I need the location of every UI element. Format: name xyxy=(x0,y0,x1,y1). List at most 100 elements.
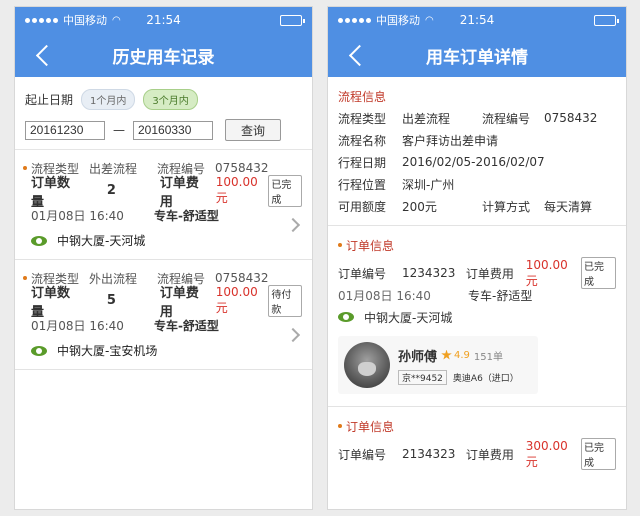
order-fee-label: 订单费用 xyxy=(159,285,199,320)
location-icon xyxy=(338,312,354,322)
trip-date-value: 2016/02/05-2016/02/07 xyxy=(402,155,545,169)
location-text: 中钢大厦-宝安机场 xyxy=(57,344,158,358)
order-qty-value: 2 xyxy=(106,183,116,198)
date-range-label: 起止日期 xyxy=(25,93,74,107)
avatar xyxy=(344,342,390,388)
order-detail-screen: 中国移动 ◠ 21:54 用车订单详情 流程信息 流程类型 出差流程 流程编号 … xyxy=(327,6,627,510)
end-date-input[interactable] xyxy=(133,120,213,140)
query-button[interactable]: 查询 xyxy=(225,119,281,141)
order-fee-value: 300.00元 xyxy=(525,438,568,469)
status-badge: 待付款 xyxy=(268,284,302,317)
section-title: 订单信息 xyxy=(346,419,395,434)
car-model: 奥迪A6（进口） xyxy=(452,373,519,384)
back-button[interactable] xyxy=(342,42,370,68)
clock: 21:54 xyxy=(459,13,495,27)
flow-type-value: 出差流程 xyxy=(402,111,451,126)
flow-no-value: 0758432 xyxy=(544,111,598,125)
bullet-icon xyxy=(23,276,27,280)
location-icon xyxy=(31,235,47,246)
order-no-label: 订单编号 xyxy=(338,447,387,462)
battery-icon xyxy=(594,15,619,26)
page-title: 历史用车记录 xyxy=(112,47,215,68)
order-fee-label: 订单费用 xyxy=(465,447,514,462)
trip-place-label: 行程位置 xyxy=(338,177,387,192)
flow-type-label: 流程类型 xyxy=(338,111,387,126)
driver-name: 孙师傅 xyxy=(398,349,438,365)
license-plate: 京**9452 xyxy=(398,369,447,385)
start-date-input[interactable] xyxy=(25,120,105,140)
wifi-icon: ◠ xyxy=(112,14,121,26)
order-qty-label: 订单数量 xyxy=(31,285,71,320)
location-icon xyxy=(31,345,47,356)
back-arrow-icon xyxy=(35,44,57,66)
order-card[interactable]: 流程类型 外出流程 流程编号 0758432 订单数量 5 订单费用 100.0… xyxy=(15,260,312,370)
order-qty-value: 5 xyxy=(106,293,116,308)
car-type: 专车-舒适型 xyxy=(468,288,533,303)
location-text: 中钢大厦-天河城 xyxy=(57,234,146,248)
section-title: 流程信息 xyxy=(338,89,387,104)
history-screen: 中国移动 ◠ 21:54 历史用车记录 起止日期 1个月内 3个月内 — 查询 xyxy=(14,6,313,510)
carrier-label: 中国移动 xyxy=(376,14,420,27)
quota-value: 200元 xyxy=(402,199,437,214)
car-type: 专车-舒适型 xyxy=(153,209,219,223)
order-datetime: 01月08日 16:40 xyxy=(31,319,124,333)
stage: 中国移动 ◠ 21:54 历史用车记录 起止日期 1个月内 3个月内 — 查询 xyxy=(0,0,640,516)
flow-type-value: 外出流程 xyxy=(89,271,138,286)
signal-icon xyxy=(338,17,371,23)
order-card[interactable]: 流程类型 出差流程 流程编号 0758432 订单数量 2 订单费用 100.0… xyxy=(15,150,312,260)
back-arrow-icon xyxy=(348,44,370,66)
order-no-value: 1234323 xyxy=(402,266,456,280)
flow-no-value: 0758432 xyxy=(215,271,269,285)
order-datetime: 01月08日 16:40 xyxy=(31,209,124,223)
nav-bar: 历史用车记录 xyxy=(15,33,312,77)
chip-3-months[interactable]: 3个月内 xyxy=(143,89,198,110)
page-title: 用车订单详情 xyxy=(426,47,528,68)
date-filter: 起止日期 1个月内 3个月内 — 查询 xyxy=(15,77,312,150)
order-no-label: 订单编号 xyxy=(338,266,387,281)
order-fee-label: 订单费用 xyxy=(465,266,514,281)
battery-icon xyxy=(280,15,305,26)
nav-bar: 用车订单详情 xyxy=(328,33,626,77)
calc-value: 每天清算 xyxy=(544,199,593,214)
flow-name-label: 流程名称 xyxy=(338,133,387,148)
driver-rating: 4.9 xyxy=(454,349,470,361)
trip-date-label: 行程日期 xyxy=(338,155,387,170)
order-fee-value: 100.00元 xyxy=(215,285,258,315)
order-fee-value: 100.00元 xyxy=(525,257,568,288)
carrier-label: 中国移动 xyxy=(63,14,107,27)
order-no-value: 2134323 xyxy=(402,447,456,461)
flow-no-value: 0758432 xyxy=(215,161,269,175)
wifi-icon: ◠ xyxy=(425,14,434,26)
order-datetime: 01月08日 16:40 xyxy=(338,288,431,303)
date-separator: — xyxy=(113,123,125,137)
driver-card[interactable]: 孙师傅 4.9 151单 京**9452 奥迪A6（进口） xyxy=(338,336,538,394)
status-badge: 已完成 xyxy=(268,174,302,207)
order-info-section: 订单信息 订单编号 1234323 订单费用 100.00元 已完成 01月08… xyxy=(328,226,626,407)
clock: 21:54 xyxy=(146,13,181,27)
flow-info-section: 流程信息 流程类型 出差流程 流程编号 0758432 流程名称 客户拜访出差申… xyxy=(328,77,626,226)
star-icon xyxy=(441,349,452,360)
car-type: 专车-舒适型 xyxy=(153,319,219,333)
back-button[interactable] xyxy=(29,42,57,68)
trip-place-value: 深圳-广州 xyxy=(402,177,455,192)
flow-name-value: 客户拜访出差申请 xyxy=(402,133,499,148)
order-info-section: 订单信息 订单编号 2134323 订单费用 300.00元 已完成 xyxy=(328,407,626,473)
status-bar: 中国移动 ◠ 21:54 xyxy=(15,7,312,33)
signal-icon xyxy=(25,17,58,23)
bullet-icon xyxy=(338,243,342,247)
quota-label: 可用额度 xyxy=(338,199,387,214)
bullet-icon xyxy=(23,166,27,170)
location-text: 中钢大厦-天河城 xyxy=(364,310,453,325)
status-bar: 中国移动 ◠ 21:54 xyxy=(328,7,626,33)
chip-1-month[interactable]: 1个月内 xyxy=(81,89,136,110)
bullet-icon xyxy=(338,424,342,428)
order-fee-label: 订单费用 xyxy=(159,175,199,210)
order-qty-label: 订单数量 xyxy=(31,175,71,210)
status-badge: 已完成 xyxy=(581,438,617,470)
section-title: 订单信息 xyxy=(346,238,395,253)
calc-label: 计算方式 xyxy=(482,199,531,214)
status-badge: 已完成 xyxy=(581,257,617,289)
flow-no-label: 流程编号 xyxy=(482,111,531,126)
order-fee-value: 100.00元 xyxy=(215,175,258,205)
flow-type-value: 出差流程 xyxy=(89,161,138,176)
